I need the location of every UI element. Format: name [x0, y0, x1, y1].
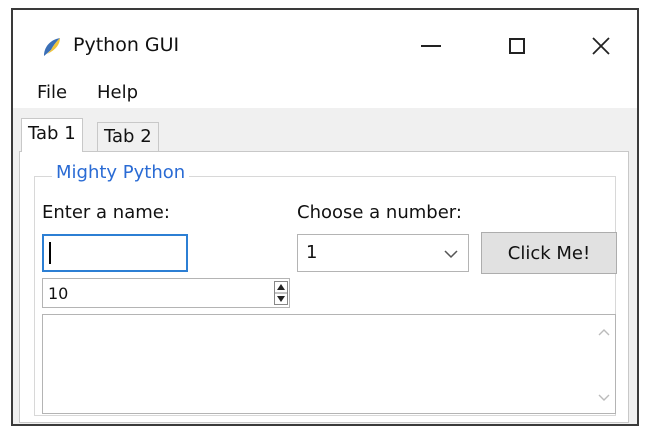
- chevron-down-icon[interactable]: [444, 249, 458, 259]
- scrolled-text[interactable]: [42, 314, 616, 414]
- scroll-up-button[interactable]: [595, 323, 613, 341]
- number-combobox[interactable]: 1: [297, 234, 469, 272]
- number-label: Choose a number:: [297, 202, 462, 223]
- menu-bar: File Help: [13, 80, 637, 108]
- spinbox-value: 10: [48, 284, 69, 303]
- text-caret: [49, 242, 51, 264]
- menu-file[interactable]: File: [37, 82, 67, 103]
- maximize-icon: [509, 38, 525, 54]
- labelframe-title: Mighty Python: [52, 162, 190, 183]
- chevron-up-icon: [598, 329, 610, 336]
- number-spinbox[interactable]: 10: [42, 278, 290, 308]
- app-window: Python GUI File Help Tab 1 Tab 2 Mighty …: [11, 8, 639, 426]
- name-label: Enter a name:: [42, 202, 170, 223]
- minimize-icon: [421, 45, 441, 47]
- scroll-down-button[interactable]: [595, 389, 613, 407]
- tab-panel: Mighty Python Enter a name: Choose a num…: [19, 151, 629, 423]
- python-feather-icon: [44, 38, 60, 56]
- maximize-button[interactable]: [497, 26, 537, 66]
- minimize-button[interactable]: [411, 26, 451, 66]
- chevron-down-icon: [598, 394, 610, 401]
- menu-help[interactable]: Help: [97, 82, 138, 103]
- click-me-button[interactable]: Click Me!: [481, 232, 617, 274]
- number-combobox-value: 1: [306, 242, 318, 263]
- close-icon: [592, 37, 610, 55]
- tab-1[interactable]: Tab 1: [21, 118, 83, 152]
- tab-2[interactable]: Tab 2: [97, 122, 159, 152]
- tab-strip: Tab 1 Tab 2: [13, 108, 637, 152]
- name-entry[interactable]: [42, 234, 188, 272]
- title-bar[interactable]: Python GUI: [13, 10, 637, 80]
- window-title: Python GUI: [73, 34, 180, 56]
- spin-arrows-icon[interactable]: [274, 281, 288, 305]
- close-button[interactable]: [581, 26, 621, 66]
